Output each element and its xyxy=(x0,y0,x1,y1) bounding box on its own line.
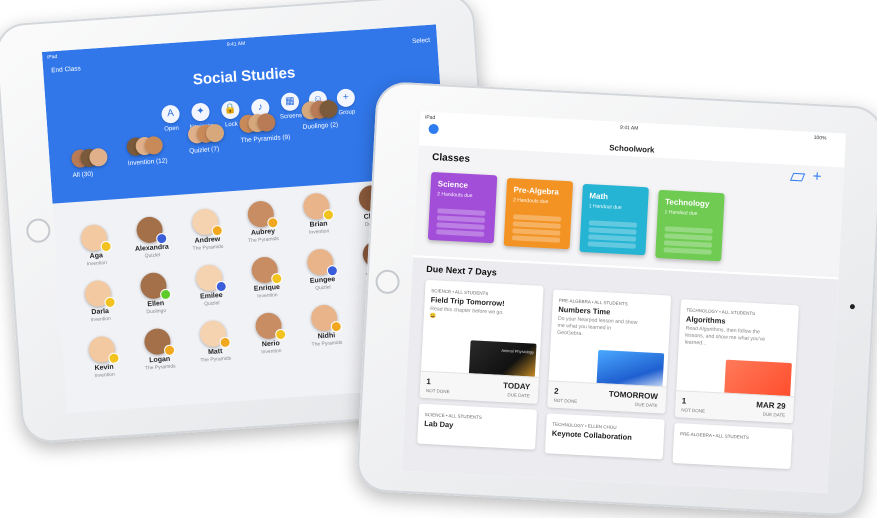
due-status: NOT DONE xyxy=(681,407,706,414)
class-card[interactable]: Pre-Algebra 2 Handouts due xyxy=(503,177,574,250)
status-time: 9:41 AM xyxy=(226,40,246,49)
carrier-label: iPad xyxy=(47,53,58,61)
student-app-badge xyxy=(275,329,286,340)
book-stack-line xyxy=(511,235,561,243)
book-stack-line xyxy=(588,234,637,242)
student-app-badge xyxy=(212,225,223,236)
student-app-badge xyxy=(327,265,338,276)
due-title: Algorithms xyxy=(685,314,726,326)
class-name: Science xyxy=(437,179,469,190)
class-card[interactable]: Science 2 Handouts due xyxy=(427,171,498,244)
due-description: Read this chapter before we go. 😀 xyxy=(429,306,504,320)
due-date-label: DUE DATE xyxy=(634,401,658,409)
due-date-label: DUE DATE xyxy=(507,392,530,399)
due-date: TODAY xyxy=(502,381,531,392)
select-button[interactable]: Select xyxy=(412,37,431,45)
status-time-right: 9:41 AM xyxy=(619,124,639,132)
due-count: 2 xyxy=(553,386,559,396)
classes-heading: Classes xyxy=(431,151,471,165)
right-ipad: iPad 9:41 AM 100% Schoolwork Classes + S… xyxy=(355,80,877,518)
due-count: 1 xyxy=(426,376,432,387)
due-card-more[interactable]: PRE-ALGEBRA • ALL STUDENTS xyxy=(672,423,793,470)
class-card[interactable]: Technology 1 Handout due xyxy=(655,189,725,262)
class-due: 1 Handout due xyxy=(588,203,622,211)
profile-icon[interactable] xyxy=(428,123,439,135)
student-app-badge xyxy=(164,345,175,356)
class-name: Math xyxy=(589,191,609,202)
book-stack-line xyxy=(436,222,485,230)
book-stack-line xyxy=(664,233,713,241)
group-label[interactable]: All (30) xyxy=(72,171,93,179)
student-app-badge xyxy=(109,353,119,363)
carrier-label-right: iPad xyxy=(425,114,436,122)
class-due: 2 Handouts due xyxy=(437,191,473,200)
class-due: 2 Handouts due xyxy=(512,197,549,206)
book-stack-line xyxy=(663,240,713,248)
book-stack-line xyxy=(513,214,562,222)
book-stack-line xyxy=(436,229,485,237)
book-stack-line xyxy=(663,247,712,255)
book-stack-line xyxy=(588,220,638,228)
book-stack-line xyxy=(587,241,636,249)
due-date: MAR 29 xyxy=(756,400,786,411)
due-title: Keynote Collaboration xyxy=(551,428,633,442)
due-description: Read Algorithms, then follow the lessons… xyxy=(684,325,766,347)
due-count: 1 xyxy=(681,396,687,406)
student-app-badge xyxy=(101,241,111,252)
student-app-badge xyxy=(220,337,230,348)
due-card-more[interactable]: TECHNOLOGY • ELLEN CHOU Keynote Collabora… xyxy=(544,413,665,460)
class-card[interactable]: Math 1 Handout due xyxy=(579,183,649,256)
student-app-badge xyxy=(271,273,282,284)
student-app-badge xyxy=(216,281,227,292)
due-date-label: DUE DATE xyxy=(762,411,786,418)
due-status: NOT DONE xyxy=(553,397,578,404)
add-icon[interactable]: + xyxy=(812,168,822,185)
class-due: 1 Handout due xyxy=(664,209,698,217)
student-app-badge xyxy=(268,217,278,228)
schoolwork-screen: iPad 9:41 AM 100% Schoolwork Classes + S… xyxy=(401,111,846,494)
class-name: Technology xyxy=(664,197,710,209)
due-card[interactable]: TECHNOLOGY • ALL STUDENTS Algorithms Read … xyxy=(674,299,799,424)
due-title: Numbers Time xyxy=(558,304,611,317)
due-card[interactable]: SCIENCE • ALL STUDENTS Field Trip Tomorro… xyxy=(419,279,544,404)
book-stack-line xyxy=(512,221,561,229)
due-description: Do your Nearpod lesson and show me what … xyxy=(556,315,638,338)
due-title: Lab Day xyxy=(423,418,454,430)
due-category: PRE-ALGEBRA • ALL STUDENTS xyxy=(679,431,749,440)
student-app-badge xyxy=(156,233,167,244)
student-app-badge xyxy=(331,321,342,332)
front-camera xyxy=(849,304,856,310)
class-name: Pre-Algebra xyxy=(513,185,560,197)
due-status: NOT DONE xyxy=(425,387,450,395)
due-card-more[interactable]: SCIENCE • ALL STUDENTS Lab Day xyxy=(417,403,538,450)
home-button-right[interactable] xyxy=(374,269,401,295)
student-app-badge xyxy=(105,297,115,308)
student-app-badge xyxy=(160,289,171,300)
app-title: Schoolwork xyxy=(608,143,655,155)
student-app-badge xyxy=(323,210,334,220)
book-stack-line xyxy=(436,215,486,223)
due-date: TOMORROW xyxy=(608,389,659,402)
due-card[interactable]: PRE-ALGEBRA • ALL STUDENTS Numbers Time Do… xyxy=(547,289,672,414)
battery-label: 100% xyxy=(813,134,827,142)
home-button[interactable] xyxy=(25,217,52,244)
